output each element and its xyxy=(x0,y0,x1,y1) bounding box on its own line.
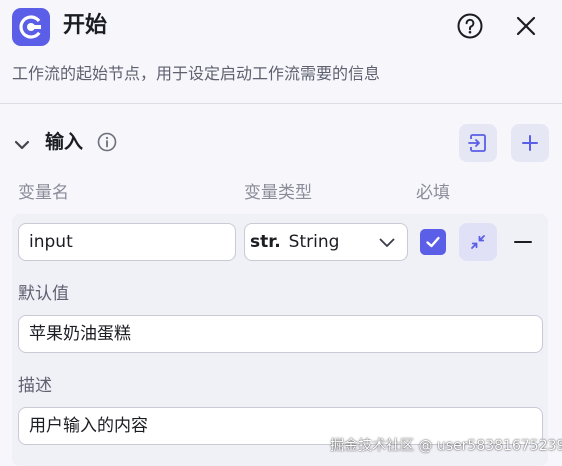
chevron-down-icon[interactable] xyxy=(14,136,30,150)
import-icon xyxy=(468,134,486,152)
column-header-type: 变量类型 xyxy=(244,183,312,203)
type-value: String xyxy=(288,232,340,252)
watermark: 掘金技术社区 @ user5838167523996 xyxy=(330,438,562,454)
plus-icon xyxy=(522,135,538,151)
variable-name-input[interactable]: input xyxy=(18,223,236,261)
remove-variable-button[interactable] xyxy=(512,234,534,250)
node-description: 工作流的起始节点，用于设定启动工作流需要的信息 xyxy=(12,64,381,83)
node-header: 开始 工作流的起始节点，用于设定启动工作流需要的信息 xyxy=(0,0,562,104)
info-icon[interactable] xyxy=(97,132,117,152)
column-header-name: 变量名 xyxy=(18,183,69,203)
check-icon xyxy=(426,236,440,248)
collapse-row-button[interactable] xyxy=(459,223,497,261)
minus-icon xyxy=(514,241,532,243)
add-variable-button[interactable] xyxy=(511,124,549,162)
help-icon[interactable] xyxy=(456,12,484,40)
default-value-input[interactable]: 苹果奶油蛋糕 xyxy=(18,315,543,353)
chevron-down-icon xyxy=(379,238,395,247)
type-prefix: str. xyxy=(250,232,281,252)
variable-type-select[interactable]: str. String xyxy=(244,223,408,261)
default-value-label: 默认值 xyxy=(18,284,69,304)
input-section-header: 输入 xyxy=(0,104,562,180)
description-label: 描述 xyxy=(18,376,52,396)
collapse-arrows-icon xyxy=(471,235,485,249)
section-title: 输入 xyxy=(45,131,84,153)
import-variable-button[interactable] xyxy=(459,124,497,162)
node-title: 开始 xyxy=(63,13,108,38)
required-checkbox[interactable] xyxy=(420,229,446,255)
start-node-icon xyxy=(12,8,50,46)
column-header-required: 必填 xyxy=(416,183,450,203)
close-icon[interactable] xyxy=(513,13,539,39)
